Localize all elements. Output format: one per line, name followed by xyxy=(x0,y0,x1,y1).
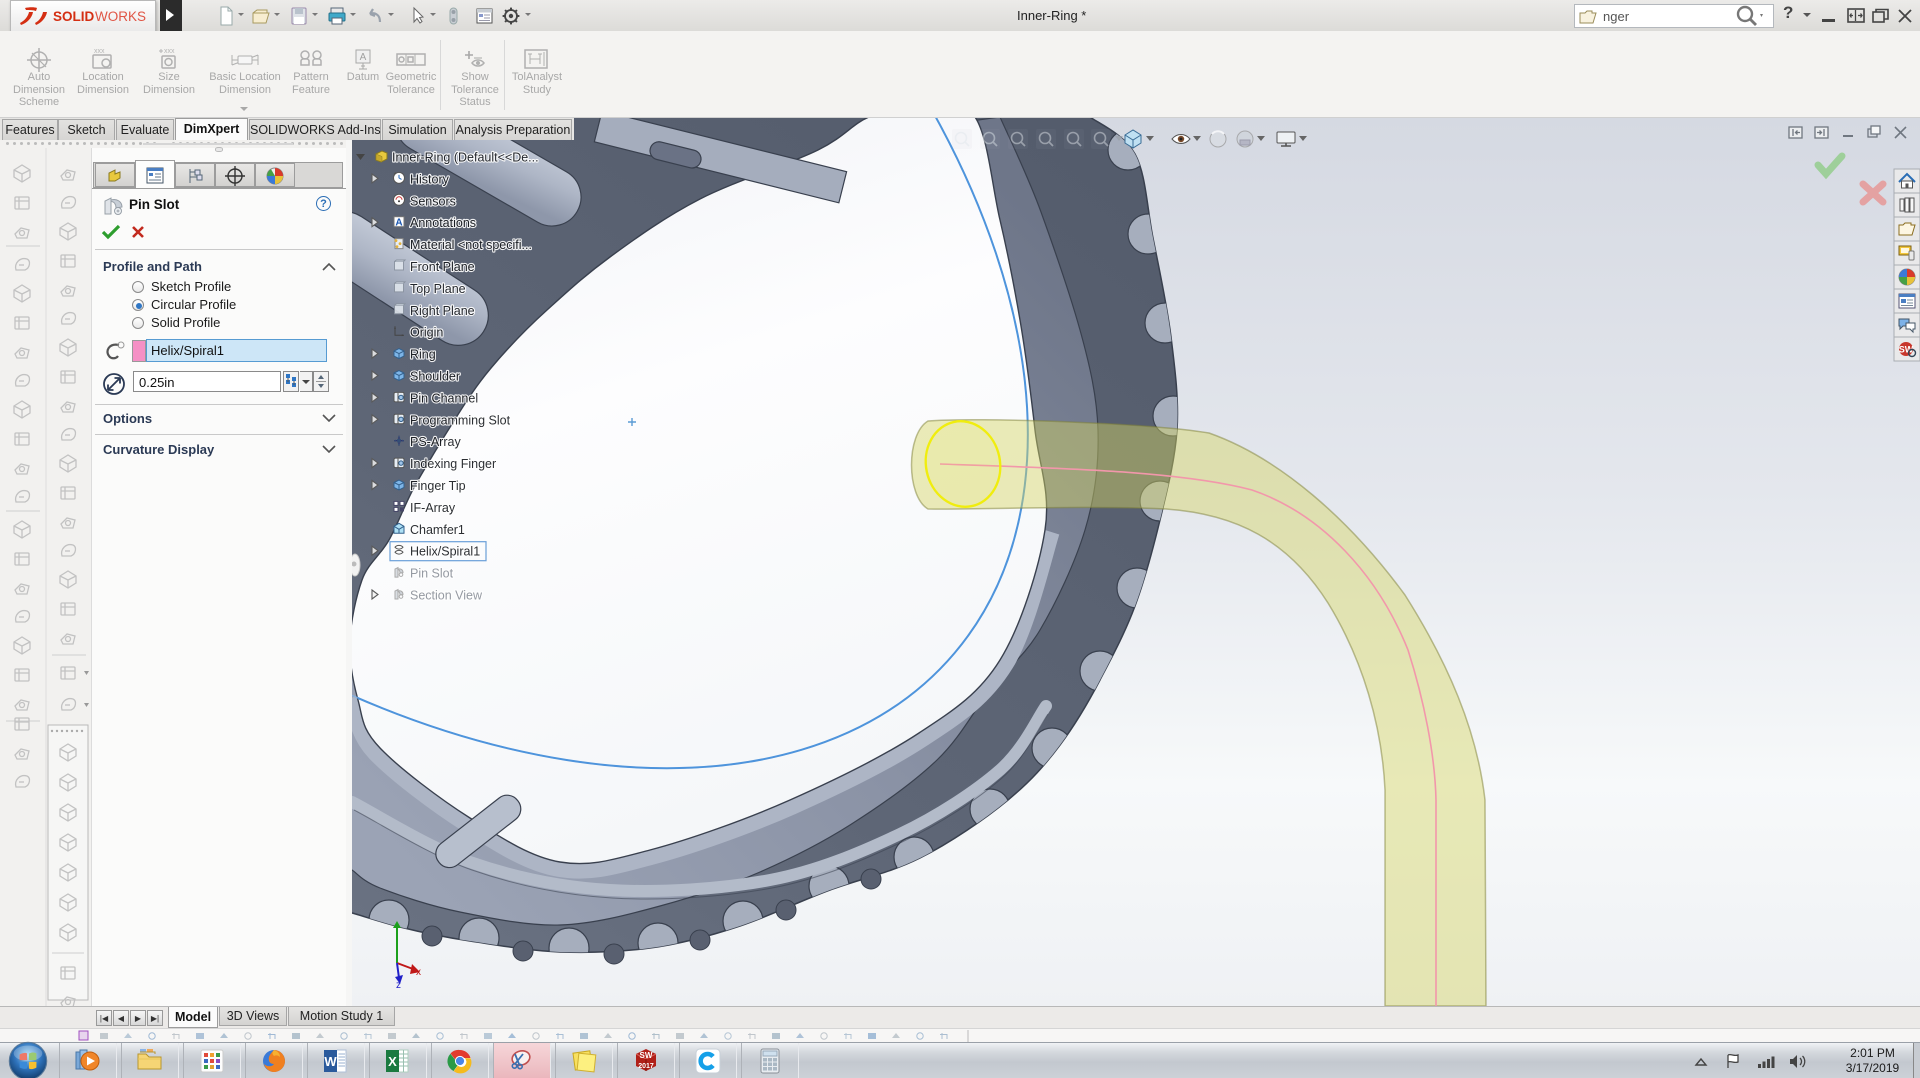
svg-text:Top Plane: Top Plane xyxy=(410,282,466,296)
svg-text:x: x xyxy=(416,967,421,978)
svg-text:SOLID: SOLID xyxy=(53,9,95,24)
svg-text:IF-Array: IF-Array xyxy=(410,501,456,515)
svg-text:Origin: Origin xyxy=(410,326,443,340)
svg-text:History: History xyxy=(410,172,450,186)
svg-text:Section View: Section View xyxy=(410,589,483,603)
svg-text:Right Plane: Right Plane xyxy=(410,304,475,318)
svg-text:Programming Slot: Programming Slot xyxy=(410,413,511,427)
svg-text:Inner-Ring (Default<<De...: Inner-Ring (Default<<De... xyxy=(392,151,539,165)
svg-text:Shoulder: Shoulder xyxy=(410,370,460,384)
svg-text:Annotations: Annotations xyxy=(410,216,476,230)
svg-text:xxx: xxx xyxy=(94,48,105,55)
svg-text:A: A xyxy=(360,52,367,63)
svg-text:X: X xyxy=(388,1054,397,1069)
svg-text:SW: SW xyxy=(640,1051,653,1060)
svg-text:Chamfer1: Chamfer1 xyxy=(410,523,465,537)
svg-text:PS-Array: PS-Array xyxy=(410,435,461,449)
svg-text:Front Plane: Front Plane xyxy=(410,260,475,274)
svg-text:z: z xyxy=(396,980,401,991)
svg-text:Ring: Ring xyxy=(410,348,436,362)
svg-text:W: W xyxy=(324,1054,337,1069)
svg-text:xxx: xxx xyxy=(164,48,175,55)
svg-text:Material <not specifi...: Material <not specifi... xyxy=(410,238,532,252)
svg-text:Finger Tip: Finger Tip xyxy=(410,479,466,493)
svg-text:A: A xyxy=(395,218,402,229)
svg-text:Pin Slot: Pin Slot xyxy=(410,567,454,581)
svg-text:Pin Channel: Pin Channel xyxy=(410,391,478,405)
svg-text:Indexing Finger: Indexing Finger xyxy=(410,457,496,471)
svg-text:2017: 2017 xyxy=(638,1063,654,1070)
svg-text:WORKS: WORKS xyxy=(95,9,146,24)
svg-text:Sensors: Sensors xyxy=(410,194,456,208)
svg-text:Helix/Spiral1: Helix/Spiral1 xyxy=(410,545,480,559)
